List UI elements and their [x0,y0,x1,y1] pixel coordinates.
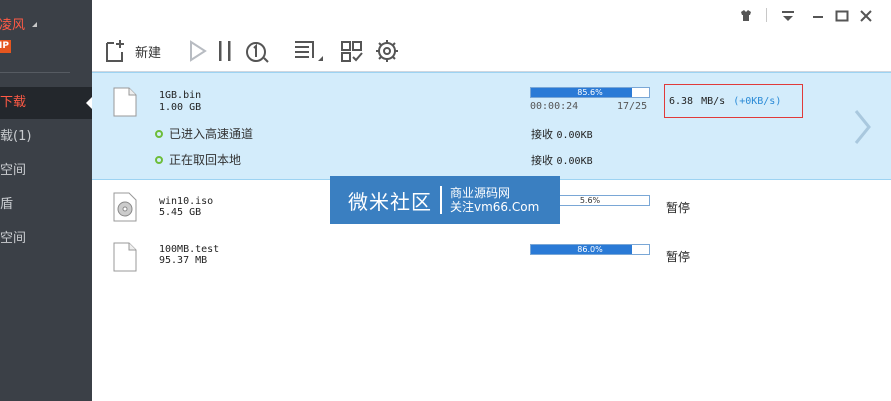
file-name: 100MB.test [159,244,220,255]
receive-label: 接收 [531,154,553,167]
progress-bar: 85.6% [530,87,650,98]
watermark-banner: 微米社区 商业源码网 关注vm66.Com [330,176,560,224]
task-row[interactable]: 100MB.test 95.37 MB 86.0% 暂停 [92,230,891,280]
sidebar-item-space-2[interactable]: 空间 [0,223,92,255]
batch-select-icon[interactable] [340,37,364,65]
download-speed: 6.38 [669,95,694,107]
task-state: 暂停 [666,250,691,264]
sidebar-item-completed[interactable]: 载(1) [0,121,92,153]
download-manager-window: 凌风 IP 下载 载(1) 空间 盾 空间 新建 1GB.bin 1.00 GB… [0,0,891,401]
file-name: win10.iso [159,196,214,207]
watermark-line-2: 关注vm66.Com [450,200,540,214]
sidebar-item-space[interactable]: 空间 [0,155,92,187]
sidebar-item-label: 盾 [0,197,14,212]
disc-image-file-icon [113,192,137,222]
menu-icon[interactable] [780,8,796,24]
chevron-right-icon[interactable] [850,107,874,147]
new-task-button[interactable]: 新建 [105,37,161,65]
progress-text: 86.0% [577,245,603,254]
speed-unit: MB/s [701,95,726,107]
receive-value: 0.00KB [556,130,593,141]
file-icon [113,87,137,117]
toolbar: 新建 [92,32,891,72]
sidebar: 凌风 IP 下载 载(1) 空间 盾 空间 [0,0,92,401]
sidebar-item-downloading[interactable]: 下载 [0,87,92,119]
maximize-icon[interactable] [834,8,850,24]
file-size: 5.45 GB [159,207,202,218]
sidebar-item-label: 空间 [0,163,27,178]
new-file-icon [106,40,124,62]
new-task-label: 新建 [135,45,162,61]
limit-speed-icon[interactable] [244,37,270,65]
sort-icon[interactable] [292,37,326,65]
watermark-divider [440,186,442,214]
close-icon[interactable] [858,8,874,24]
sidebar-item-label: 空间 [0,231,27,246]
skin-icon[interactable] [738,8,754,24]
watermark-line-1: 商业源码网 [450,186,511,200]
pause-icon[interactable] [216,37,234,65]
status-line: 正在取回本地 [155,151,241,168]
status-dot-icon [155,129,163,138]
status-line: 已进入高速通道 [155,125,253,142]
speed-box: 6.38 MB/s (+0KB/s) [664,84,803,118]
watermark-subtext: 商业源码网 关注vm66.Com [450,186,539,214]
connection-count: 17/25 [617,101,648,112]
sidebar-item-shield[interactable]: 盾 [0,189,92,221]
user-menu-caret-icon[interactable] [32,22,37,27]
receive-value: 0.00KB [556,156,593,167]
file-name: 1GB.bin [159,90,202,101]
receive-info: 接收 0.00KB [531,152,593,168]
task-row[interactable]: 1GB.bin 1.00 GB 85.6% 00:00:24 17/25 6.3… [92,72,891,180]
receive-label: 接收 [531,128,553,141]
upload-speed: (+0KB/s) [733,95,782,107]
progress-bar: 86.0% [530,244,650,255]
minimize-icon[interactable] [810,8,826,24]
titlebar [92,0,891,32]
status-label: 已进入高速通道 [169,127,254,141]
file-icon [113,242,137,272]
file-size: 95.37 MB [159,255,208,266]
status-dot-icon [155,155,163,164]
vip-badge: IP [0,40,11,53]
status-label: 正在取回本地 [169,153,242,167]
progress-text: 85.6% [577,88,603,97]
user-name[interactable]: 凌风 [0,14,25,33]
sidebar-item-label: 下载 [0,95,27,110]
watermark-main-text: 微米社区 [348,189,432,214]
receive-info: 接收 0.00KB [531,126,593,142]
titlebar-separator [766,8,767,22]
settings-gear-icon[interactable] [374,37,400,65]
sidebar-item-label: 载(1) [0,129,32,144]
task-list: 1GB.bin 1.00 GB 85.6% 00:00:24 17/25 6.3… [92,72,891,401]
task-state: 暂停 [666,201,691,215]
elapsed-time: 00:00:24 [530,101,579,112]
file-size: 1.00 GB [159,102,202,113]
sidebar-divider [0,72,70,73]
start-icon[interactable] [188,37,208,65]
